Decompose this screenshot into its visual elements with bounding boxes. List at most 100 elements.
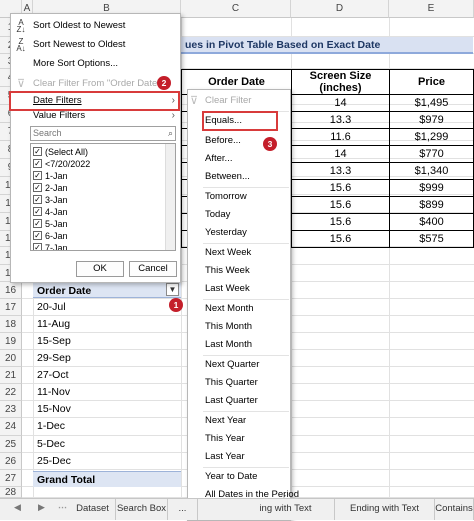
more-sort-options[interactable]: More Sort Options... — [11, 55, 180, 73]
checkbox-checked[interactable]: ✓ — [33, 195, 42, 204]
date-filter-option[interactable]: Next Quarter — [188, 357, 290, 373]
checkbox-checked[interactable]: ✓ — [33, 159, 42, 168]
row-header[interactable]: 27 — [0, 470, 22, 487]
tab-scroll-right-icon[interactable]: ▶ — [38, 502, 45, 513]
date-filter-option[interactable]: Next Year — [188, 413, 290, 429]
checkbox-checked[interactable]: ✓ — [33, 171, 42, 180]
checkbox-checked[interactable]: ✓ — [33, 231, 42, 240]
pivot-item[interactable]: 15-Nov — [37, 403, 71, 415]
search-input[interactable]: Search ⌕ — [30, 126, 176, 141]
row-header[interactable]: 21 — [0, 367, 22, 384]
pivot-item[interactable]: 11-Aug — [37, 318, 70, 330]
column-header-c[interactable]: C — [181, 0, 291, 18]
sheet-tab[interactable]: ... — [168, 499, 198, 520]
table-header-screen-size[interactable]: Screen Size (inches) — [291, 69, 390, 95]
table-cell[interactable]: 13.3 — [291, 111, 390, 129]
pivot-item[interactable]: 1-Dec — [37, 420, 65, 432]
table-cell[interactable]: $1,340 — [389, 162, 474, 180]
checkbox-checked[interactable]: ✓ — [33, 207, 42, 216]
table-cell[interactable]: $770 — [389, 145, 474, 163]
date-filter-option[interactable]: Yesterday — [188, 225, 290, 241]
table-cell[interactable]: 15.6 — [291, 179, 390, 197]
pivot-item[interactable]: 5-Dec — [37, 438, 65, 450]
row-header[interactable]: 25 — [0, 436, 22, 453]
filter-list-item[interactable]: ✓ 3-Jan — [33, 194, 68, 206]
date-filter-option[interactable]: This Year — [188, 431, 290, 447]
filter-list-item[interactable]: ✓ 5-Jan — [33, 218, 68, 230]
row-header[interactable]: 19 — [0, 333, 22, 350]
pivot-header-order-date[interactable]: Order Date — [33, 282, 181, 298]
filter-list-item[interactable]: ✓ (Select All) — [33, 146, 88, 158]
table-cell[interactable]: $575 — [389, 230, 474, 248]
pivot-item[interactable]: 27-Oct — [37, 369, 69, 381]
date-clear-filter[interactable]: ⊽ Clear Filter — [188, 93, 290, 109]
table-cell[interactable]: 15.6 — [291, 230, 390, 248]
pivot-item[interactable]: 11-Nov — [37, 386, 70, 398]
checkbox-checked[interactable]: ✓ — [33, 147, 42, 156]
table-cell[interactable]: 14 — [291, 145, 390, 163]
date-filter-option[interactable]: This Week — [188, 263, 290, 279]
more-tabs-icon[interactable]: ⋯ — [58, 502, 67, 513]
date-filter-option[interactable]: Today — [188, 207, 290, 223]
table-cell[interactable]: $1,495 — [389, 94, 474, 112]
row-header[interactable]: 28 — [0, 487, 22, 498]
sort-oldest-to-newest[interactable]: A Z↓ Sort Oldest to Newest — [11, 17, 180, 35]
value-filters-menu-item[interactable]: Value Filters › — [11, 107, 180, 125]
table-cell[interactable]: $899 — [389, 196, 474, 214]
table-cell[interactable]: $999 — [389, 179, 474, 197]
sheet-tab[interactable]: Search Box — [116, 499, 168, 520]
sheet-tab[interactable]: Dataset — [70, 499, 116, 520]
table-cell[interactable]: 11.6 — [291, 128, 390, 146]
date-filter-option[interactable]: This Quarter — [188, 375, 290, 391]
row-header[interactable]: 16 — [0, 282, 22, 299]
table-cell[interactable]: 14 — [291, 94, 390, 112]
checkbox-checked[interactable]: ✓ — [33, 243, 42, 250]
row-header[interactable]: 23 — [0, 401, 22, 418]
row-header[interactable]: 24 — [0, 418, 22, 436]
column-header-e[interactable]: E — [389, 0, 474, 18]
pivot-item[interactable]: 20-Jul — [37, 301, 66, 313]
row-header[interactable]: 20 — [0, 350, 22, 367]
row-header[interactable]: 18 — [0, 316, 22, 333]
date-filter-option[interactable]: Last Week — [188, 281, 290, 297]
date-filter-option[interactable]: Last Year — [188, 449, 290, 465]
filter-list-item[interactable]: ✓ 2-Jan — [33, 182, 68, 194]
date-filter-option[interactable]: Year to Date — [188, 469, 290, 485]
date-filter-option[interactable]: Next Month — [188, 301, 290, 317]
row-header[interactable]: 26 — [0, 453, 22, 470]
checkbox-checked[interactable]: ✓ — [33, 183, 42, 192]
table-cell[interactable]: 15.6 — [291, 196, 390, 214]
row-header[interactable]: 22 — [0, 384, 22, 401]
sheet-tab[interactable]: Contains — [435, 499, 474, 520]
date-filter-option[interactable]: Tomorrow — [188, 189, 290, 205]
pivot-item[interactable]: 25-Dec — [37, 455, 71, 467]
table-cell[interactable]: 13.3 — [291, 162, 390, 180]
date-filter-option[interactable]: This Month — [188, 319, 290, 335]
date-filter-option[interactable]: Last Month — [188, 337, 290, 353]
table-header-price[interactable]: Price — [389, 69, 474, 95]
sort-newest-to-oldest[interactable]: Z A↓ Sort Newest to Oldest — [11, 36, 180, 54]
cancel-button[interactable]: Cancel — [129, 261, 177, 277]
table-cell[interactable]: $400 — [389, 213, 474, 231]
row-header[interactable]: 17 — [0, 299, 22, 316]
table-cell[interactable]: $1,299 — [389, 128, 474, 146]
pivot-item[interactable]: 29-Sep — [37, 352, 71, 364]
checkbox-checked[interactable]: ✓ — [33, 219, 42, 228]
date-filter-option[interactable]: Next Week — [188, 245, 290, 261]
date-filter-option[interactable]: After... — [188, 151, 290, 167]
date-filter-option[interactable]: Last Quarter — [188, 393, 290, 409]
tab-scroll-left-icon[interactable]: ◀ — [14, 502, 21, 513]
filter-list-item[interactable]: ✓ 1-Jan — [33, 170, 68, 182]
filter-list-item[interactable]: ✓ 6-Jan — [33, 230, 68, 242]
list-scrollbar[interactable] — [165, 144, 175, 250]
filter-list-item[interactable]: ✓ 4-Jan — [33, 206, 68, 218]
filter-list-item[interactable]: ✓ <7/20/2022 — [33, 158, 90, 170]
ok-button[interactable]: OK — [76, 261, 124, 277]
table-cell[interactable]: 15.6 — [291, 213, 390, 231]
sheet-tab[interactable]: Ending with Text — [335, 499, 435, 520]
sheet-tab[interactable]: ing with Text — [237, 499, 335, 520]
pivot-item[interactable]: 15-Sep — [37, 335, 71, 347]
table-cell[interactable]: $979 — [389, 111, 474, 129]
column-header-d[interactable]: D — [291, 0, 389, 18]
filter-list-item[interactable]: ✓ 7-Jan — [33, 242, 68, 250]
